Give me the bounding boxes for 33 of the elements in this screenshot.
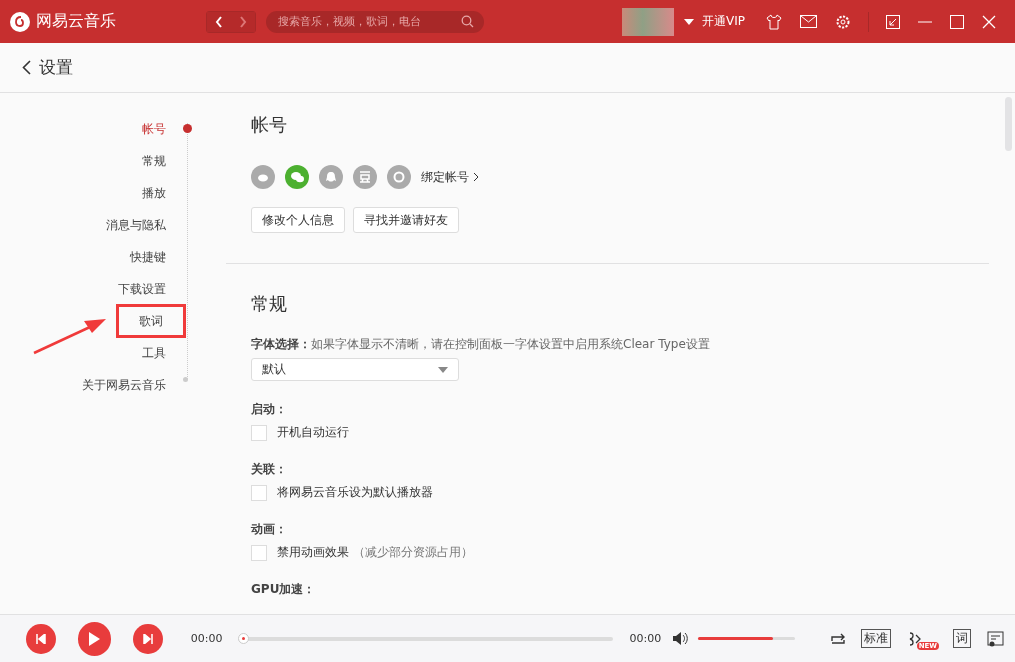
- page-title: 设置: [39, 56, 73, 79]
- setting-label: 关联：: [251, 461, 288, 478]
- settings-nav-item[interactable]: 关于网易云音乐: [82, 369, 166, 401]
- checkbox-label: 开机自动运行: [277, 424, 349, 441]
- checkbox-label: 禁用动画效果 （减少部分资源占用）: [277, 544, 473, 561]
- app-name: 网易云音乐: [36, 11, 117, 32]
- settings-nav-item[interactable]: 工具: [142, 337, 166, 369]
- setting-hint: 如果字体显示不清晰，请在控制面板一字体设置中启用系统Clear Type设置: [311, 336, 710, 353]
- settings-nav-item[interactable]: 歌词: [116, 304, 186, 338]
- settings-nav-item[interactable]: 下载设置: [118, 273, 166, 305]
- font-dropdown[interactable]: 默认: [251, 358, 459, 381]
- setting-label: 字体选择：: [251, 336, 311, 353]
- setting-label: 动画：: [251, 521, 288, 538]
- settings-nav-item[interactable]: 播放: [142, 177, 166, 209]
- settings-nav-item[interactable]: 帐号: [142, 113, 166, 145]
- account-button[interactable]: 修改个人信息: [251, 207, 345, 233]
- duration-time: 00:00: [629, 632, 662, 645]
- account-button[interactable]: 寻找并邀请好友: [353, 207, 459, 233]
- setting-label: GPU加速：: [251, 581, 317, 598]
- vip-link[interactable]: 开通VIP: [702, 13, 745, 30]
- settings-nav-item[interactable]: 快捷键: [130, 241, 166, 273]
- section-title: 常规: [251, 292, 288, 316]
- lyrics-button[interactable]: 词: [953, 629, 971, 648]
- bind-account-link[interactable]: 绑定帐号: [421, 168, 479, 186]
- setting-label: 启动：: [251, 401, 288, 418]
- settings-nav-item[interactable]: 常规: [142, 145, 166, 177]
- checkbox-label: 将网易云音乐设为默认播放器: [277, 484, 433, 501]
- settings-nav-item[interactable]: 消息与隐私: [106, 209, 166, 241]
- back-link[interactable]: 设置: [22, 56, 73, 79]
- search-field[interactable]: 搜索音乐，视频，歌词，电台: [266, 10, 484, 33]
- quality-button[interactable]: 标准: [860, 629, 891, 648]
- section-title: 帐号: [251, 113, 288, 137]
- elapsed-time: 00:00: [190, 632, 223, 645]
